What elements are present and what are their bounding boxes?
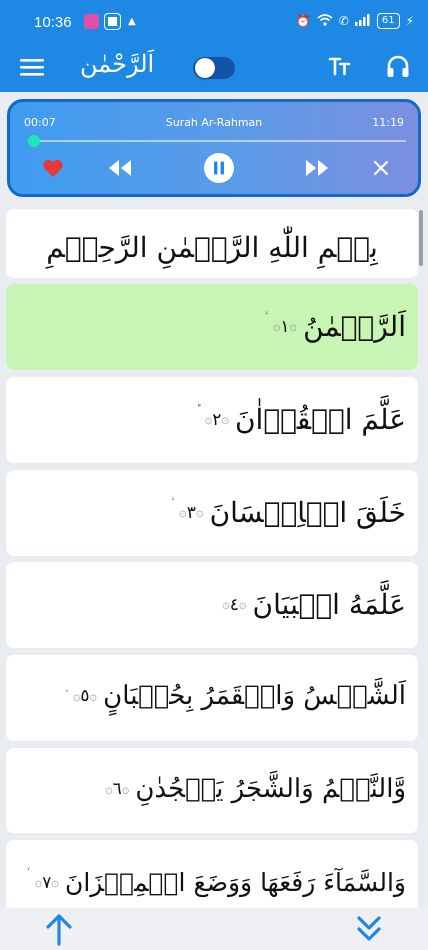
bottom-navigation: [0, 908, 428, 950]
clock: 10:36: [34, 14, 72, 31]
app-bar: اَلرَّحْمٰن: [0, 44, 428, 92]
verse-line: وَالسَّمَآءَ رَفَعَهَا وَوَضَعَ الۡمِيۡز…: [27, 868, 406, 897]
verse-number: ۞ ٤ ۞: [222, 594, 247, 615]
mosque-notification-icon: ▲: [128, 16, 136, 27]
verse-card[interactable]: وَّالنَّجۡمُ وَالشَّجَرُ يَسۡجُدٰنِ ۞ ٦ ۞: [6, 748, 418, 833]
signal-icon: [354, 13, 371, 29]
verse-number-digit: ٤: [229, 594, 239, 615]
verse-text: وَّالنَّجۡمُ وَالشَّجَرُ يَسۡجُدٰنِ: [135, 774, 406, 804]
alarm-icon: ⏰: [295, 14, 311, 28]
verse-text: عَلَّمَ الۡقُرۡاٰنَ: [234, 403, 406, 436]
verse-card[interactable]: خَلَقَ الۡاِنۡسَانَ ۞٣۞ ۙ: [6, 470, 418, 556]
verse-number: ۞ ٦ ۞: [105, 779, 130, 799]
verse-number-digit: ٣: [186, 502, 196, 523]
surah-title: اَلرَّحْمٰن: [80, 50, 155, 78]
verse-number: ۞ ٧ ۞: [34, 872, 59, 893]
track-duration: 11:19: [372, 116, 404, 129]
verse-text: اَلرَّحۡمٰنُ: [303, 310, 406, 343]
verse-card[interactable]: عَلَّمَهُ الۡبَيَانَ ۞ ٤ ۞: [6, 562, 418, 648]
charging-icon: ⚡: [405, 14, 414, 28]
verse-number-digit: ٦: [112, 779, 122, 799]
verse-number: ۞ ٢ ۞: [204, 409, 229, 430]
menu-icon[interactable]: [20, 57, 44, 81]
verse-line: عَلَّمَهُ الۡبَيَانَ ۞ ٤ ۞: [214, 588, 406, 621]
seek-thumb[interactable]: [27, 135, 40, 147]
verse-number-digit: ٢: [212, 409, 222, 430]
pause-button[interactable]: [204, 153, 234, 183]
verse-text: وَالسَّمَآءَ رَفَعَهَا وَوَضَعَ الۡمِيۡز…: [64, 868, 406, 897]
verse-line: اَلرَّحۡمٰنُ ۞١۞ ۙ: [265, 310, 406, 343]
verse-number: ۞ ١ ۞: [272, 316, 298, 337]
verse-text: خَلَقَ الۡاِنۡسَانَ: [209, 496, 406, 529]
audio-player: 00:07 Surah Ar-Rahman 11:19: [7, 99, 421, 197]
verse-card[interactable]: وَالسَّمَآءَ رَفَعَهَا وَوَضَعَ الۡمِيۡز…: [6, 840, 418, 908]
verse-card[interactable]: اَلشَّمۡسُ وَالۡقَمَرُ بِحُسۡبَانٍ ۞٥۞ ۪: [6, 655, 418, 741]
double-chevron-down-icon[interactable]: [355, 914, 383, 948]
verse-number-digit: ٥: [80, 686, 90, 706]
arrow-up-icon[interactable]: [44, 912, 74, 950]
shield-notification-icon: [104, 13, 121, 30]
verse-text: عَلَّمَهُ الۡبَيَانَ: [252, 588, 406, 621]
close-icon[interactable]: [373, 160, 389, 180]
verse-line: عَلَّمَ الۡقُرۡاٰنَ ۞٢۞ ؕ: [197, 403, 406, 436]
verse-number-digit: ١: [280, 316, 290, 337]
headphones-icon[interactable]: [385, 53, 411, 83]
favorite-heart-icon[interactable]: [42, 158, 64, 182]
bismillah-text: بِسۡمِ اللّٰهِ الرَّحۡمٰنِ الرَّحِيۡمِ: [46, 231, 378, 264]
text-size-icon[interactable]: [328, 54, 352, 82]
call-icon: ✆: [338, 14, 349, 28]
wifi-icon: [317, 13, 333, 29]
rewind-icon[interactable]: [107, 158, 133, 182]
verse-text: اَلشَّمۡسُ وَالۡقَمَرُ بِحُسۡبَانٍ: [103, 681, 406, 711]
verse-number-digit: ٧: [42, 872, 52, 893]
verse-line: اَلشَّمۡسُ وَالۡقَمَرُ بِحُسۡبَانٍ ۞٥۞ ۪: [65, 681, 406, 711]
verse-number: ۞ ٣ ۞: [179, 502, 204, 523]
verse-line: خَلَقَ الۡاِنۡسَانَ ۞٣۞ ۙ: [171, 496, 406, 529]
mode-toggle[interactable]: [193, 57, 235, 79]
scrollbar[interactable]: [419, 210, 423, 266]
toggle-knob: [195, 58, 215, 78]
fast-forward-icon[interactable]: [304, 158, 330, 182]
bismillah-card: بِسۡمِ اللّٰهِ الرَّحۡمٰنِ الرَّحِيۡمِ: [6, 209, 418, 278]
verse-line: وَّالنَّجۡمُ وَالشَّجَرُ يَسۡجُدٰنِ ۞ ٦ ۞: [97, 774, 406, 804]
verse-card[interactable]: عَلَّمَ الۡقُرۡاٰنَ ۞٢۞ ؕ: [6, 377, 418, 463]
app-notification-icon: [84, 14, 99, 29]
track-title: Surah Ar-Rahman: [165, 116, 263, 129]
verse-number: ۞ ٥ ۞: [72, 686, 98, 706]
battery-icon: 61: [376, 13, 400, 29]
seek-bar[interactable]: [30, 140, 406, 142]
status-bar: 10:36 ▲ ⏰ ✆ 61 ⚡: [0, 0, 428, 44]
verse-card[interactable]: اَلرَّحۡمٰنُ ۞١۞ ۙ: [6, 284, 418, 370]
